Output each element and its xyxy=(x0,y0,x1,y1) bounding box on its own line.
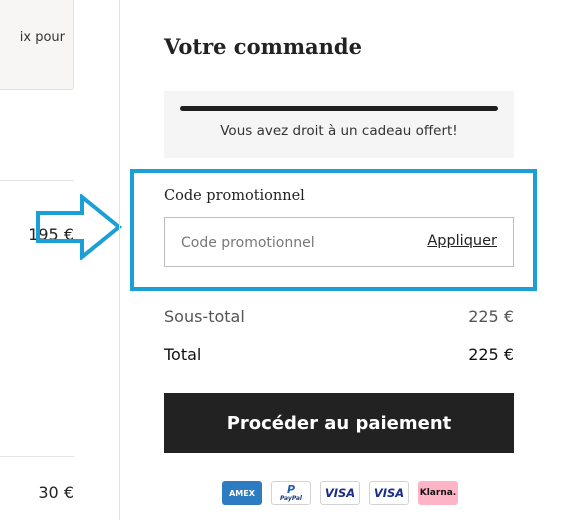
gift-banner: Vous avez droit à un cadeau offert! xyxy=(164,91,514,158)
left-column: ix pour 195 € 30 € xyxy=(0,0,119,520)
column-divider xyxy=(119,0,120,520)
promo-label: Code promotionnel xyxy=(164,188,305,204)
checkout-button[interactable]: Procéder au paiement xyxy=(164,393,514,453)
paypal-icon: P PayPal xyxy=(271,481,311,505)
arrow-right-icon xyxy=(36,194,122,260)
total-label: Total xyxy=(164,345,202,364)
visa-label: VISA xyxy=(324,486,356,500)
gift-message: Vous avez droit à un cadeau offert! xyxy=(220,123,458,139)
cart-item-card: ix pour xyxy=(0,0,74,90)
klarna-label: Klarna. xyxy=(419,488,457,498)
divider xyxy=(0,180,74,181)
order-title: Votre commande xyxy=(164,34,362,59)
payment-methods: AMEX P PayPal VISA VISA Klarna. xyxy=(222,481,458,505)
item-price: 30 € xyxy=(38,483,74,502)
subtotal-label: Sous-total xyxy=(164,307,245,326)
divider xyxy=(0,456,74,457)
visa-debit-label: VISA xyxy=(373,486,405,500)
subtotal-value: 225 € xyxy=(468,307,514,326)
visa-debit-icon: VISA xyxy=(369,481,409,505)
gift-progress-bar xyxy=(180,106,498,111)
amex-label: AMEX xyxy=(229,488,255,498)
klarna-icon: Klarna. xyxy=(418,481,458,505)
visa-icon: VISA xyxy=(320,481,360,505)
amex-icon: AMEX xyxy=(222,481,262,505)
total-value: 225 € xyxy=(468,345,514,364)
promo-code-input[interactable] xyxy=(181,231,411,255)
apply-promo-link[interactable]: Appliquer xyxy=(427,233,497,249)
promo-field: Appliquer xyxy=(164,217,514,267)
cart-item-text: ix pour xyxy=(19,30,65,45)
paypal-label: PayPal xyxy=(280,495,302,502)
